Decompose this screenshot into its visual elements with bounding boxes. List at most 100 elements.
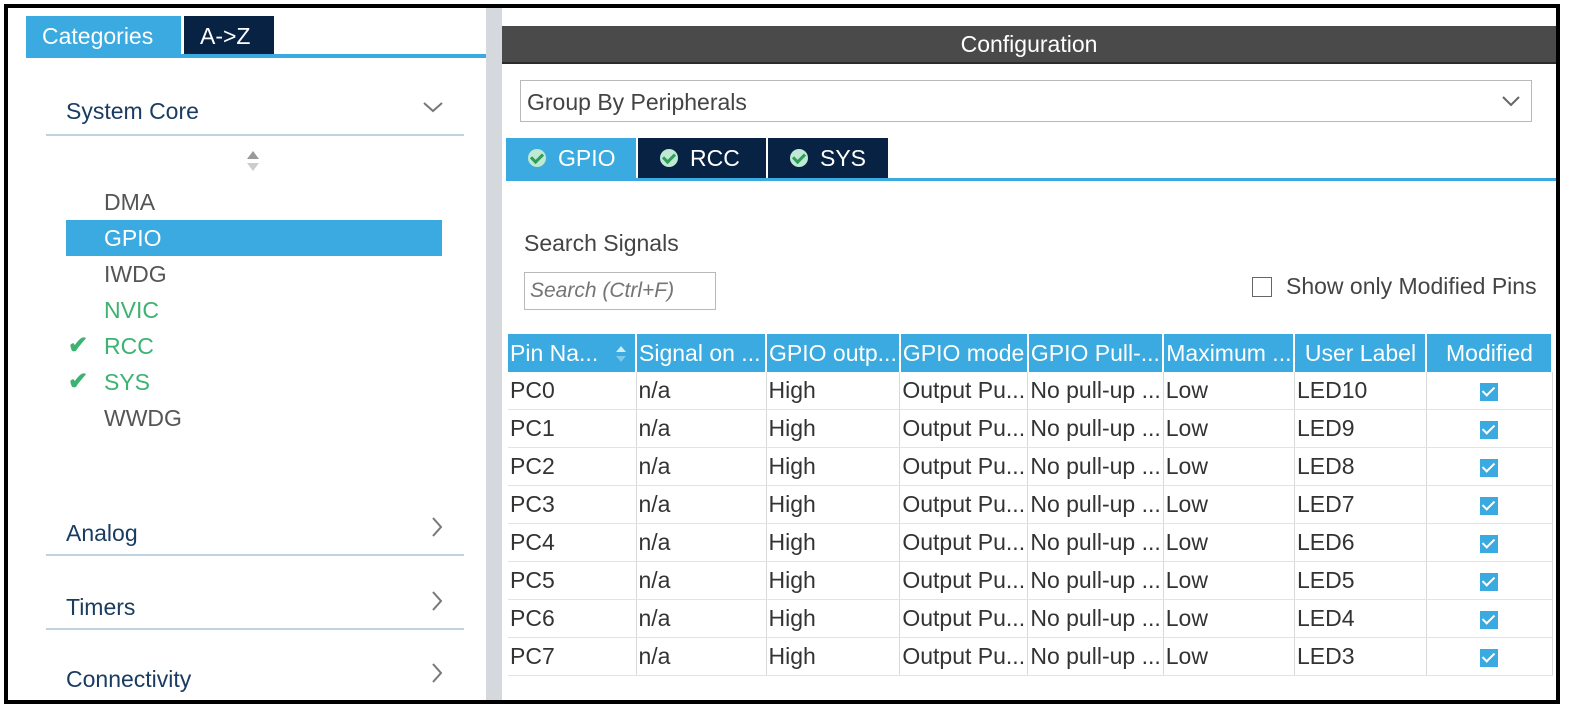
cell-modified[interactable] [1426,637,1553,676]
cell-modified[interactable] [1426,599,1553,638]
cell-user-label: LED10 [1294,372,1427,410]
column-header-maximum[interactable]: Maximum ... [1163,334,1296,372]
tab-gpio[interactable]: GPIO [506,138,636,178]
cell-modified[interactable] [1426,409,1553,448]
sidebar-item-rcc[interactable]: ✔ RCC [66,328,442,364]
cell-modified[interactable] [1426,485,1553,524]
checkbox-checked-icon[interactable] [1480,534,1499,553]
cell-gpio-output: High [766,447,901,486]
column-header-modified[interactable]: Modified [1426,334,1554,372]
tab-label: SYS [820,145,867,171]
tab-categories[interactable]: Categories [26,16,181,56]
chevron-down-icon [422,94,444,120]
table-row[interactable]: PC3 n/a High Output Pu... No pull-up ... Low L… [508,485,1553,524]
column-header-gpio-mode[interactable]: GPIO mode [899,334,1029,372]
cell-gpio-mode: Output Pu... [899,599,1029,638]
checkbox-checked-icon[interactable] [1480,458,1499,477]
cell-modified[interactable] [1426,523,1553,562]
sidebar-item-wwdg[interactable]: WWDG [66,400,442,436]
cell-modified[interactable] [1426,447,1553,486]
checkbox-checked-icon[interactable] [1480,420,1499,439]
sidebar-item-sys[interactable]: ✔ SYS [66,364,442,400]
cell-gpio-output: High [766,372,901,410]
table-row[interactable]: PC4 n/a High Output Pu... No pull-up ... Low L… [508,523,1553,562]
cell-signal: n/a [636,599,767,638]
sidebar-item-iwdg[interactable]: IWDG [66,256,442,292]
check-circle-icon [660,149,678,167]
item-label: GPIO [104,225,162,251]
tab-a-to-z[interactable]: A->Z [184,16,274,56]
check-circle-icon [790,149,808,167]
checkbox-checked-icon[interactable] [1480,382,1499,401]
tab-label: GPIO [558,145,616,171]
categories-panel: Categories A->Z System Core DMA GPIO IWD… [8,8,486,700]
pin-configuration-table: Pin Na... Signal on ... GPIO outp... GPI… [508,334,1554,676]
chevron-down-icon [1501,81,1521,121]
cell-gpio-output: High [766,409,901,448]
checkbox-checked-icon[interactable] [1480,610,1499,629]
column-header-pin-name[interactable]: Pin Na... [508,334,637,372]
chevron-right-icon [430,662,444,690]
tabs-underline [506,178,1556,181]
cell-signal: n/a [636,637,767,676]
category-connectivity[interactable]: Connectivity [46,654,464,700]
table-row[interactable]: PC1 n/a High Output Pu... No pull-up ... Low L… [508,409,1553,448]
column-header-gpio-output[interactable]: GPIO outp... [766,334,901,372]
search-signals-input[interactable] [524,272,716,310]
cell-pin-name: PC7 [508,637,637,676]
group-by-value: Group By Peripherals [527,89,747,115]
column-header-signal[interactable]: Signal on ... [636,334,767,372]
cell-pin-name: PC4 [508,523,637,562]
category-label: System Core [66,98,199,124]
group-by-select[interactable]: Group By Peripherals [520,80,1532,122]
table-row[interactable]: PC5 n/a High Output Pu... No pull-up ... Low L… [508,561,1553,600]
cell-maximum: Low [1163,447,1295,486]
cell-user-label: LED8 [1294,447,1427,486]
tab-rcc[interactable]: RCC [638,138,766,178]
category-label: Analog [66,520,138,546]
category-timers[interactable]: Timers [46,582,464,630]
item-label: IWDG [104,261,167,287]
checkbox-checked-icon[interactable] [1480,648,1499,667]
tab-sys[interactable]: SYS [768,138,888,178]
table-row[interactable]: PC0 n/a High Output Pu... No pull-up ... Low L… [508,372,1553,410]
cell-gpio-mode: Output Pu... [899,523,1029,562]
panel-splitter[interactable] [486,8,502,700]
cell-modified[interactable] [1426,372,1553,410]
item-label: RCC [104,333,154,359]
cell-user-label: LED6 [1294,523,1427,562]
cell-gpio-pull: No pull-up ... [1027,637,1164,676]
category-system-core[interactable]: System Core [46,86,464,136]
sidebar-item-gpio[interactable]: GPIO [66,220,442,256]
table-row[interactable]: PC7 n/a High Output Pu... No pull-up ... Low L… [508,637,1553,676]
cell-signal: n/a [636,485,767,524]
chevron-right-icon [430,590,444,618]
checkbox-checked-icon[interactable] [1480,496,1499,515]
category-label: Connectivity [66,666,192,692]
column-header-user-label[interactable]: User Label [1294,334,1428,372]
cell-modified[interactable] [1426,561,1553,600]
check-icon: ✔ [68,368,89,395]
search-signals-label: Search Signals [524,230,679,256]
show-only-modified-toggle[interactable]: Show only Modified Pins [1252,273,1537,300]
sidebar-item-dma[interactable]: DMA [66,184,442,220]
configuration-panel: Configuration Group By Peripherals GPIO … [502,8,1556,700]
item-label: NVIC [104,297,159,323]
cell-gpio-output: High [766,561,901,600]
checkbox[interactable] [1252,276,1272,297]
cell-signal: n/a [636,409,767,448]
checkbox-checked-icon[interactable] [1480,572,1499,591]
table-row[interactable]: PC2 n/a High Output Pu... No pull-up ... Low L… [508,447,1553,486]
table-row[interactable]: PC6 n/a High Output Pu... No pull-up ... Low L… [508,599,1553,638]
cell-gpio-mode: Output Pu... [899,409,1029,448]
cell-maximum: Low [1163,561,1295,600]
category-analog[interactable]: Analog [46,508,464,556]
column-header-gpio-pull[interactable]: GPIO Pull-... [1027,334,1165,372]
sort-icon[interactable] [615,343,627,363]
show-only-modified-label: Show only Modified Pins [1286,273,1537,299]
chevron-right-icon [430,516,444,544]
sort-icon[interactable] [246,148,260,174]
sidebar-item-nvic[interactable]: NVIC [66,292,442,328]
item-label: WWDG [104,405,182,431]
cell-gpio-pull: No pull-up ... [1027,561,1164,600]
